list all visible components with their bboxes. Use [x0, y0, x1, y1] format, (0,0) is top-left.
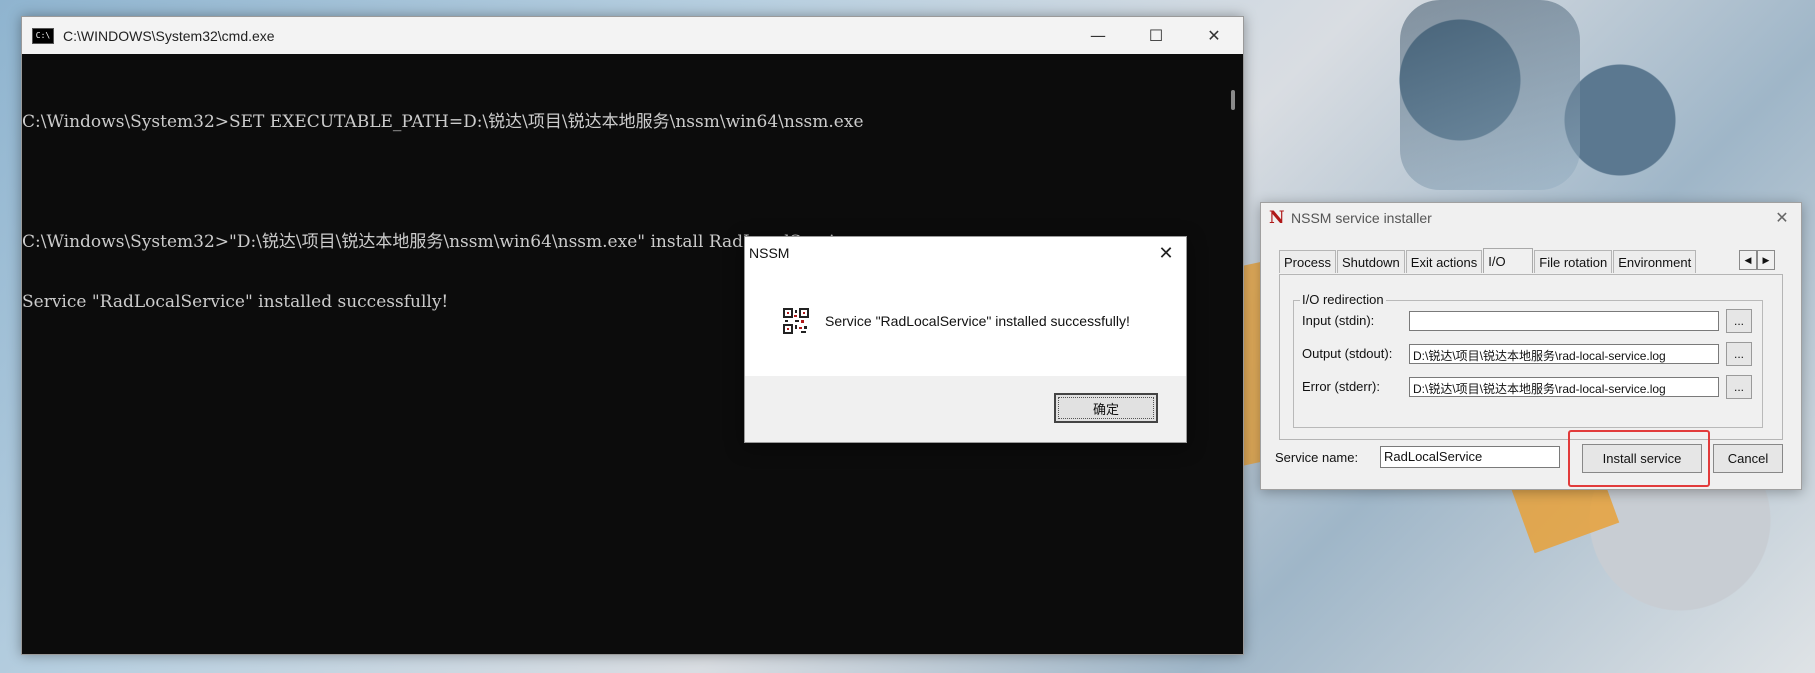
service-name-input[interactable]: RadLocalService	[1380, 446, 1560, 468]
window-controls: — ☐ ✕	[1069, 17, 1243, 54]
stderr-browse-button[interactable]: ...	[1726, 375, 1752, 399]
close-icon[interactable]: ✕	[1185, 17, 1243, 54]
maximize-icon[interactable]: ☐	[1127, 17, 1185, 54]
console-line: C:\Windows\System32>SET EXECUTABLE_PATH=…	[22, 112, 864, 132]
service-name-label: Service name:	[1275, 450, 1359, 465]
nssm-message-dialog[interactable]: NSSM ✕ Service "RadLocalService" install…	[744, 236, 1187, 443]
arrow-right-icon[interactable]: ▶	[1757, 250, 1775, 270]
nssm-installer-window[interactable]: N NSSM service installer ✕ Process Shutd…	[1260, 202, 1802, 490]
installer-titlebar[interactable]: N NSSM service installer ✕	[1261, 203, 1801, 233]
stderr-input[interactable]: D:\锐达\项目\锐达本地服务\rad-local-service.log	[1409, 377, 1719, 397]
minimize-icon[interactable]: —	[1069, 17, 1127, 54]
dialog-content: Service "RadLocalService" installed succ…	[745, 268, 1186, 376]
tab-environment[interactable]: Environment	[1613, 250, 1697, 273]
wallpaper-shape	[1400, 0, 1580, 190]
dialog-titlebar[interactable]: NSSM ✕	[745, 237, 1186, 268]
cmd-window-title: C:\WINDOWS\System32\cmd.exe	[63, 27, 275, 44]
stderr-label: Error (stderr):	[1302, 379, 1380, 394]
dialog-title: NSSM	[749, 244, 790, 261]
group-label: I/O redirection	[1300, 292, 1386, 307]
stdout-label: Output (stdout):	[1302, 346, 1393, 361]
close-icon[interactable]: ✕	[1154, 241, 1178, 265]
dialog-message: Service "RadLocalService" installed succ…	[825, 313, 1130, 329]
arrow-left-icon[interactable]: ◀	[1739, 250, 1757, 270]
stdin-label: Input (stdin):	[1302, 313, 1375, 328]
scrollbar-thumb[interactable]	[1231, 90, 1235, 110]
tab-process[interactable]: Process	[1279, 250, 1336, 273]
nssm-logo-icon: N	[1269, 208, 1285, 228]
installer-title: NSSM service installer	[1291, 210, 1432, 226]
highlight-box	[1568, 430, 1710, 487]
ok-button[interactable]: 确定	[1054, 393, 1158, 423]
stdout-input[interactable]: D:\锐达\项目\锐达本地服务\rad-local-service.log	[1409, 344, 1719, 364]
console-scrollbar[interactable]	[1223, 54, 1243, 654]
cmd-titlebar[interactable]: C:\ C:\WINDOWS\System32\cmd.exe — ☐ ✕	[22, 17, 1243, 54]
tab-file-rotation[interactable]: File rotation	[1534, 250, 1613, 273]
stdin-input[interactable]	[1409, 311, 1719, 331]
qr-code-icon	[783, 308, 809, 334]
tab-shutdown[interactable]: Shutdown	[1336, 250, 1405, 273]
stdin-browse-button[interactable]: ...	[1726, 309, 1752, 333]
tab-io[interactable]: I/O	[1483, 248, 1534, 273]
close-icon[interactable]: ✕	[1771, 207, 1793, 229]
cmd-app-icon: C:\	[32, 27, 54, 44]
cancel-button[interactable]: Cancel	[1713, 444, 1783, 473]
tab-exit-actions[interactable]: Exit actions	[1405, 250, 1483, 273]
stdout-browse-button[interactable]: ...	[1726, 342, 1752, 366]
tab-strip: Process Shutdown Exit actions I/O File r…	[1279, 248, 1697, 274]
tab-scroll-arrows: ◀ ▶	[1739, 250, 1775, 270]
